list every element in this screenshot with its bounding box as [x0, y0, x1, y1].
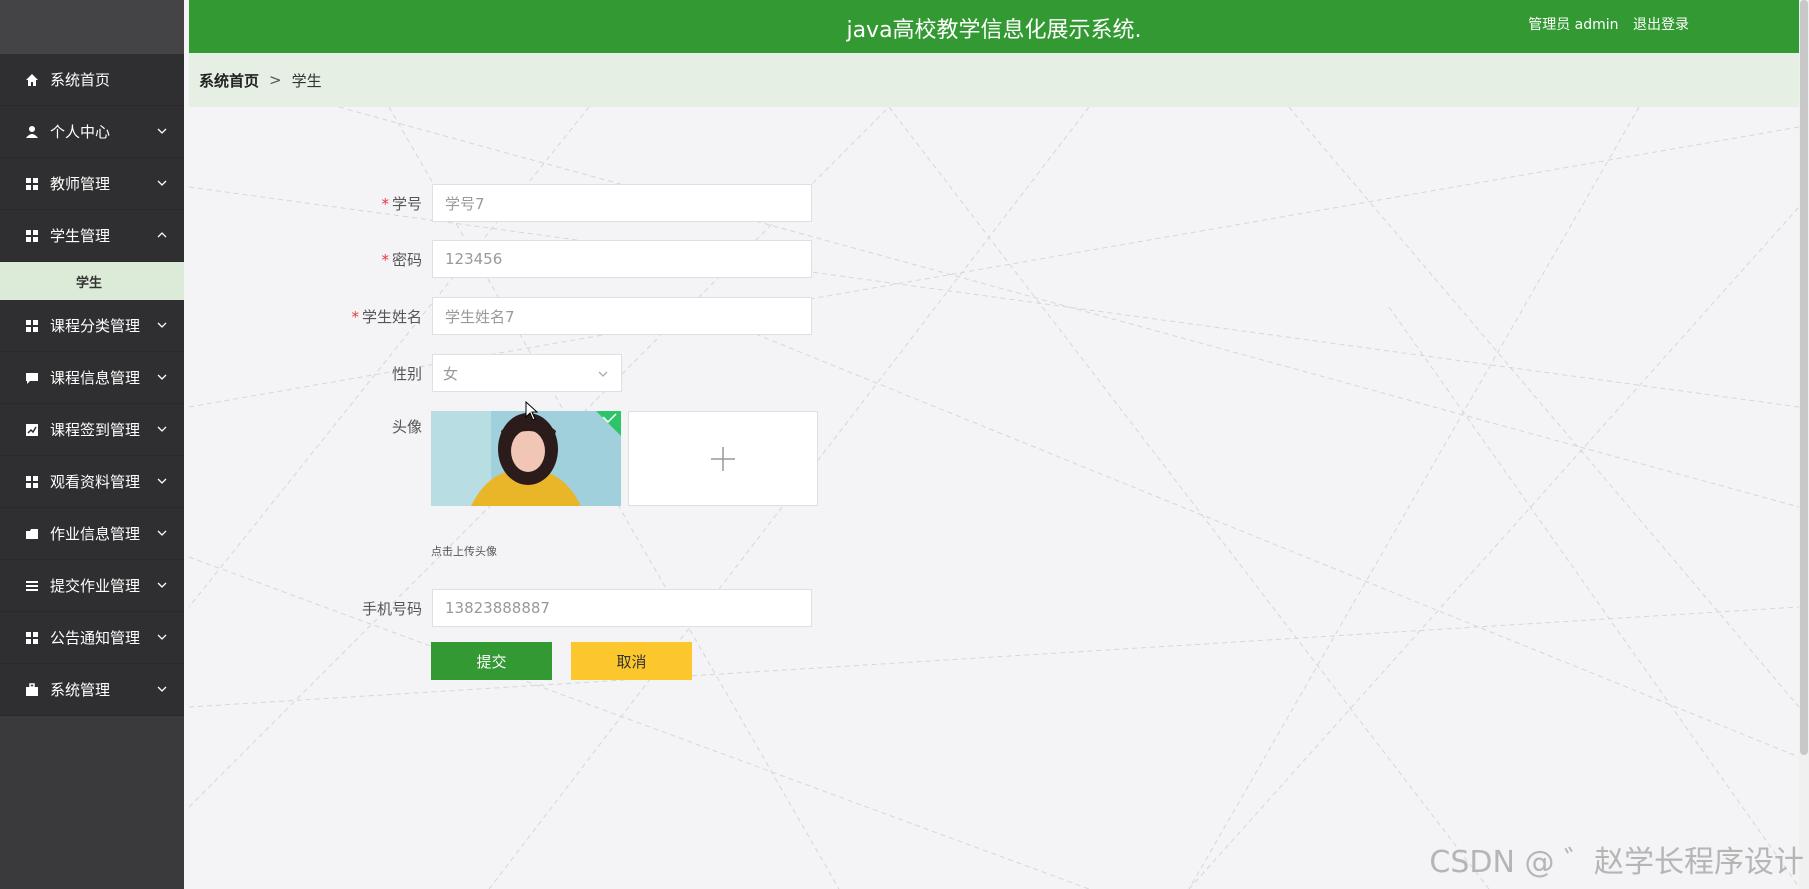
- grid-icon: [24, 630, 40, 646]
- chevron-down-icon: [157, 478, 167, 484]
- chevron-up-icon: [157, 232, 167, 238]
- sidebar-item-label: 课程信息管理: [50, 369, 141, 387]
- sidebar-item-label: 提交作业管理: [50, 577, 141, 595]
- sidebar-item-teacher-management[interactable]: 教师管理: [0, 158, 184, 210]
- grid-icon: [24, 228, 40, 244]
- breadcrumb-current: 学生: [291, 71, 322, 90]
- sidebar-item-materials[interactable]: 观看资料管理: [0, 456, 184, 508]
- grid-icon: [24, 176, 40, 192]
- sidebar-item-label: 公告通知管理: [50, 629, 141, 647]
- field-label: 头像: [391, 417, 422, 436]
- chevron-down-icon: [157, 582, 167, 588]
- password-input[interactable]: [432, 240, 812, 278]
- sidebar-item-student-management[interactable]: 学生管理: [0, 210, 184, 262]
- chart-icon: [24, 422, 40, 438]
- chevron-down-icon: [598, 371, 608, 377]
- field-label: 性别: [391, 364, 422, 383]
- field-label: * 学号: [381, 194, 422, 213]
- logout-link[interactable]: 退出登录: [1633, 17, 1689, 33]
- cancel-button[interactable]: 取消: [571, 642, 692, 680]
- sidebar-item-label: 观看资料管理: [50, 473, 141, 491]
- sidebar-item-personal-center[interactable]: 个人中心: [0, 106, 184, 158]
- chevron-down-icon: [157, 322, 167, 328]
- form-row-student-no: * 学号: [330, 184, 812, 222]
- sidebar-item-label: 课程分类管理: [50, 317, 141, 335]
- form-row-phone: 手机号码: [330, 589, 812, 627]
- sidebar-item-course-category[interactable]: 课程分类管理: [0, 300, 184, 352]
- sidebar-item-label: 作业信息管理: [50, 525, 141, 543]
- sidebar-item-label: 课程签到管理: [50, 421, 141, 439]
- breadcrumb: 系统首页 > 学生: [189, 53, 1799, 107]
- sidebar-item-label: 学生管理: [50, 227, 111, 245]
- user-icon: [24, 124, 40, 140]
- required-marker: *: [381, 194, 389, 213]
- sidebar-item-label: 系统首页: [50, 71, 111, 89]
- chevron-down-icon: [157, 634, 167, 640]
- sidebar-item-announcements[interactable]: 公告通知管理: [0, 612, 184, 664]
- mouse-cursor-icon: [525, 401, 539, 421]
- avatar-thumbnail[interactable]: [431, 411, 621, 506]
- student-no-input[interactable]: [432, 184, 812, 222]
- plus-icon: [711, 446, 735, 471]
- required-marker: *: [351, 307, 359, 326]
- gender-select[interactable]: 女: [432, 354, 622, 392]
- breadcrumb-separator: >: [269, 71, 282, 89]
- home-icon: [24, 72, 40, 88]
- sidebar-logo-area: [0, 0, 184, 54]
- sidebar: 系统首页 个人中心 教师管理 学生管理 学生 课程分类管理 课程信息管理 课程签…: [0, 0, 184, 889]
- chevron-down-icon: [157, 374, 167, 380]
- phone-input[interactable]: [432, 589, 812, 627]
- chat-icon: [24, 370, 40, 386]
- sidebar-item-home[interactable]: 系统首页: [0, 54, 184, 106]
- sidebar-item-course-info[interactable]: 课程信息管理: [0, 352, 184, 404]
- chevron-down-icon: [157, 128, 167, 134]
- form-row-password: * 密码: [330, 240, 812, 278]
- sidebar-item-homework-info[interactable]: 作业信息管理: [0, 508, 184, 560]
- sidebar-item-submit-homework[interactable]: 提交作业管理: [0, 560, 184, 612]
- sidebar-subitem-student[interactable]: 学生: [0, 262, 184, 300]
- field-label: 手机号码: [361, 599, 422, 618]
- form-row-student-name: * 学生姓名: [330, 297, 812, 335]
- scrollbar[interactable]: [1799, 0, 1809, 889]
- student-name-input[interactable]: [432, 297, 812, 335]
- chevron-down-icon: [157, 180, 167, 186]
- sidebar-subitem-label: 学生: [76, 275, 103, 291]
- field-label: * 学生姓名: [351, 307, 422, 326]
- user-info: 管理员 admin 退出登录: [1528, 14, 1689, 34]
- scrollbar-thumb[interactable]: [1800, 0, 1808, 755]
- grid-icon: [24, 318, 40, 334]
- gender-selected-value: 女: [443, 364, 459, 383]
- header: java高校教学信息化展示系统. 管理员 admin 退出登录: [189, 0, 1799, 53]
- field-label: * 密码: [381, 250, 422, 269]
- sidebar-item-label: 个人中心: [50, 123, 111, 141]
- list-icon: [24, 578, 40, 594]
- form-row-gender: 性别 女: [330, 354, 622, 392]
- sidebar-item-course-checkin[interactable]: 课程签到管理: [0, 404, 184, 456]
- folder-icon: [24, 526, 40, 542]
- submit-button[interactable]: 提交: [431, 642, 552, 680]
- sidebar-item-system-management[interactable]: 系统管理: [0, 664, 184, 716]
- user-label: 管理员 admin: [1528, 17, 1619, 33]
- chevron-down-icon: [157, 426, 167, 432]
- briefcase-icon: [24, 682, 40, 698]
- avatar-image: [431, 411, 621, 506]
- avatar-upload-button[interactable]: [628, 411, 818, 506]
- chevron-down-icon: [157, 686, 167, 692]
- breadcrumb-home[interactable]: 系统首页: [199, 70, 259, 91]
- chevron-down-icon: [157, 530, 167, 536]
- upload-tip: 点击上传头像: [431, 545, 497, 558]
- watermark: CSDN @ ゛赵学长程序设计: [1429, 845, 1804, 880]
- required-marker: *: [381, 250, 389, 269]
- grid-icon: [24, 474, 40, 490]
- sidebar-item-label: 教师管理: [50, 175, 111, 193]
- sidebar-item-label: 系统管理: [50, 681, 111, 699]
- form-row-avatar: 头像: [330, 411, 432, 441]
